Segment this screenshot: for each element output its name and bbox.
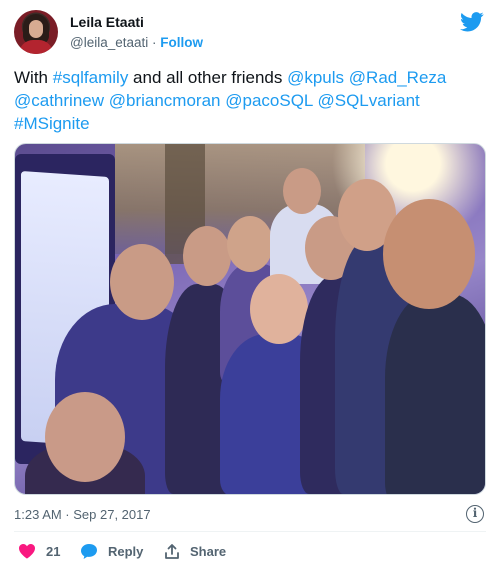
tweet-text-part: and all other friends bbox=[128, 68, 288, 87]
follow-button[interactable]: Follow bbox=[160, 35, 203, 50]
tweet-actions: 21 Reply Share bbox=[14, 540, 486, 562]
avatar[interactable] bbox=[14, 10, 58, 54]
mention-kpuls[interactable]: @kpuls bbox=[287, 68, 344, 87]
share-button[interactable]: Share bbox=[164, 540, 226, 562]
info-icon[interactable]: i bbox=[466, 505, 484, 523]
reply-label: Reply bbox=[108, 543, 144, 559]
mention-sqlvariant[interactable]: @SQLvariant bbox=[317, 91, 419, 110]
twitter-bird-icon[interactable] bbox=[460, 12, 484, 32]
author-handle-row: @leila_etaati · Follow bbox=[70, 35, 203, 50]
like-count: 21 bbox=[46, 543, 61, 559]
author-handle[interactable]: @leila_etaati bbox=[70, 35, 148, 50]
mention-cathrinew[interactable]: @cathrinew bbox=[14, 91, 104, 110]
tweet-text: With #sqlfamily and all other friends @k… bbox=[14, 66, 484, 135]
share-label: Share bbox=[190, 543, 227, 559]
reply-button[interactable]: Reply bbox=[80, 540, 143, 562]
timestamp[interactable]: 1:23 AM · Sep 27, 2017 bbox=[14, 507, 151, 522]
hashtag-msignite[interactable]: #MSignite bbox=[14, 114, 90, 133]
tweet-text-part: With bbox=[14, 68, 53, 87]
like-button[interactable]: 21 bbox=[18, 540, 60, 562]
tweet-header: Leila Etaati @leila_etaati · Follow bbox=[14, 10, 486, 56]
reply-bubble-icon bbox=[81, 543, 97, 559]
tweet-card: Leila Etaati @leila_etaati · Follow With… bbox=[0, 0, 500, 568]
author-name[interactable]: Leila Etaati bbox=[70, 14, 144, 30]
tweet-photo[interactable] bbox=[14, 143, 486, 495]
mention-pacosql[interactable]: @pacoSQL bbox=[225, 91, 313, 110]
heart-icon bbox=[19, 544, 35, 559]
hashtag-sqlfamily[interactable]: #sqlfamily bbox=[53, 68, 129, 87]
mention-briancmoran[interactable]: @briancmoran bbox=[109, 91, 221, 110]
share-icon bbox=[165, 543, 179, 559]
mention-rad-reza[interactable]: @Rad_Reza bbox=[349, 68, 447, 87]
divider bbox=[14, 531, 486, 532]
tweet-meta: 1:23 AM · Sep 27, 2017 i bbox=[14, 505, 486, 525]
handle-separator: · bbox=[148, 35, 161, 50]
